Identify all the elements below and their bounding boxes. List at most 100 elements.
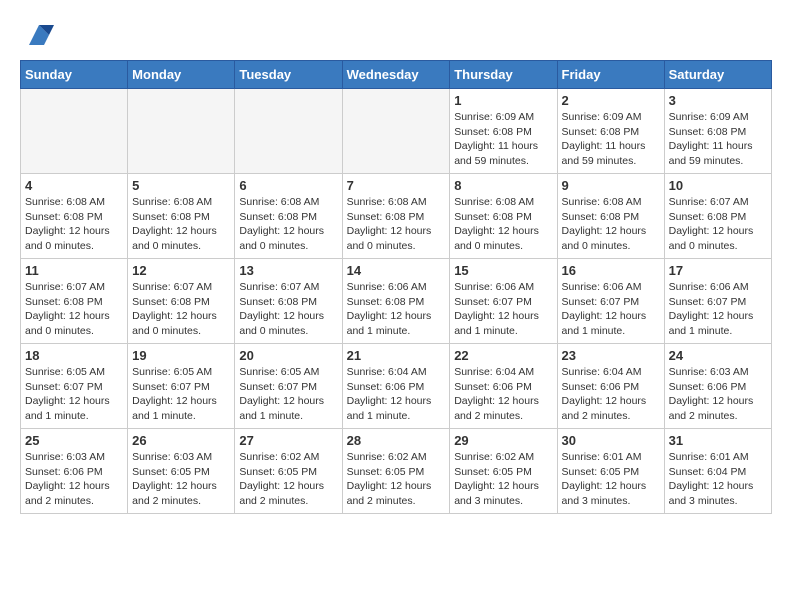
calendar-cell: 16 Sunrise: 6:06 AM Sunset: 6:07 PM Dayli… <box>557 259 664 344</box>
day-info: Sunrise: 6:09 AM Sunset: 6:08 PM Dayligh… <box>454 110 552 169</box>
calendar-cell: 24Sunrise: 6:03 AM Sunset: 6:06 PM Dayli… <box>664 344 771 429</box>
day-info: Sunrise: 6:08 AM Sunset: 6:08 PM Dayligh… <box>562 195 660 254</box>
calendar-cell: 14Sunrise: 6:06 AM Sunset: 6:08 PM Dayli… <box>342 259 450 344</box>
calendar-cell: 23Sunrise: 6:04 AM Sunset: 6:06 PM Dayli… <box>557 344 664 429</box>
day-number: 26 <box>132 433 230 448</box>
calendar-cell: 12 Sunrise: 6:07 AM Sunset: 6:08 PM Dayli… <box>128 259 235 344</box>
day-info: Sunrise: 6:02 AM Sunset: 6:05 PM Dayligh… <box>239 450 337 509</box>
day-info: Sunrise: 6:05 AM Sunset: 6:07 PM Dayligh… <box>132 365 230 424</box>
day-number: 30 <box>562 433 660 448</box>
weekday-header-thursday: Thursday <box>450 61 557 89</box>
calendar-cell: 4Sunrise: 6:08 AM Sunset: 6:08 PM Daylig… <box>21 174 128 259</box>
calendar-cell: 2 Sunrise: 6:09 AM Sunset: 6:08 PM Daylig… <box>557 89 664 174</box>
day-number: 25 <box>25 433 123 448</box>
day-info: Sunrise: 6:03 AM Sunset: 6:06 PM Dayligh… <box>669 365 767 424</box>
day-info: Sunrise: 6:08 AM Sunset: 6:08 PM Dayligh… <box>239 195 337 254</box>
calendar-cell: 5 Sunrise: 6:08 AM Sunset: 6:08 PM Daylig… <box>128 174 235 259</box>
calendar-cell: 19Sunrise: 6:05 AM Sunset: 6:07 PM Dayli… <box>128 344 235 429</box>
weekday-header-sunday: Sunday <box>21 61 128 89</box>
calendar-cell: 18 Sunrise: 6:05 AM Sunset: 6:07 PM Dayli… <box>21 344 128 429</box>
weekday-header-monday: Monday <box>128 61 235 89</box>
day-number: 4 <box>25 178 123 193</box>
calendar-cell: 11 Sunrise: 6:07 AM Sunset: 6:08 PM Dayli… <box>21 259 128 344</box>
day-info: Sunrise: 6:07 AM Sunset: 6:08 PM Dayligh… <box>25 280 123 339</box>
day-info: Sunrise: 6:06 AM Sunset: 6:07 PM Dayligh… <box>454 280 552 339</box>
day-info: Sunrise: 6:09 AM Sunset: 6:08 PM Dayligh… <box>669 110 767 169</box>
day-number: 31 <box>669 433 767 448</box>
calendar-cell: 15 Sunrise: 6:06 AM Sunset: 6:07 PM Dayli… <box>450 259 557 344</box>
day-info: Sunrise: 6:03 AM Sunset: 6:06 PM Dayligh… <box>25 450 123 509</box>
day-number: 22 <box>454 348 552 363</box>
day-info: Sunrise: 6:05 AM Sunset: 6:07 PM Dayligh… <box>239 365 337 424</box>
weekday-header-saturday: Saturday <box>664 61 771 89</box>
calendar-cell: 27 Sunrise: 6:02 AM Sunset: 6:05 PM Dayli… <box>235 429 342 514</box>
day-info: Sunrise: 6:04 AM Sunset: 6:06 PM Dayligh… <box>562 365 660 424</box>
day-number: 11 <box>25 263 123 278</box>
calendar-cell: 25 Sunrise: 6:03 AM Sunset: 6:06 PM Dayli… <box>21 429 128 514</box>
calendar-header-row: SundayMondayTuesdayWednesdayThursdayFrid… <box>21 61 772 89</box>
day-number: 7 <box>347 178 446 193</box>
day-number: 5 <box>132 178 230 193</box>
logo <box>20 20 54 50</box>
day-info: Sunrise: 6:03 AM Sunset: 6:05 PM Dayligh… <box>132 450 230 509</box>
calendar-cell: 26 Sunrise: 6:03 AM Sunset: 6:05 PM Dayli… <box>128 429 235 514</box>
week-row-1: 1 Sunrise: 6:09 AM Sunset: 6:08 PM Daylig… <box>21 89 772 174</box>
day-info: Sunrise: 6:07 AM Sunset: 6:08 PM Dayligh… <box>239 280 337 339</box>
logo-icon <box>24 20 54 50</box>
day-number: 10 <box>669 178 767 193</box>
calendar-cell: 8Sunrise: 6:08 AM Sunset: 6:08 PM Daylig… <box>450 174 557 259</box>
calendar-cell: 28 Sunrise: 6:02 AM Sunset: 6:05 PM Dayli… <box>342 429 450 514</box>
week-row-5: 25 Sunrise: 6:03 AM Sunset: 6:06 PM Dayli… <box>21 429 772 514</box>
calendar-cell <box>235 89 342 174</box>
calendar-cell: 1 Sunrise: 6:09 AM Sunset: 6:08 PM Daylig… <box>450 89 557 174</box>
day-info: Sunrise: 6:08 AM Sunset: 6:08 PM Dayligh… <box>347 195 446 254</box>
weekday-header-wednesday: Wednesday <box>342 61 450 89</box>
day-number: 15 <box>454 263 552 278</box>
calendar-cell: 30 Sunrise: 6:01 AM Sunset: 6:05 PM Dayli… <box>557 429 664 514</box>
day-number: 16 <box>562 263 660 278</box>
calendar-cell: 29 Sunrise: 6:02 AM Sunset: 6:05 PM Dayli… <box>450 429 557 514</box>
day-number: 6 <box>239 178 337 193</box>
day-number: 21 <box>347 348 446 363</box>
day-info: Sunrise: 6:06 AM Sunset: 6:07 PM Dayligh… <box>562 280 660 339</box>
calendar-cell: 7 Sunrise: 6:08 AM Sunset: 6:08 PM Daylig… <box>342 174 450 259</box>
day-info: Sunrise: 6:05 AM Sunset: 6:07 PM Dayligh… <box>25 365 123 424</box>
day-info: Sunrise: 6:08 AM Sunset: 6:08 PM Dayligh… <box>454 195 552 254</box>
day-info: Sunrise: 6:06 AM Sunset: 6:08 PM Dayligh… <box>347 280 446 339</box>
calendar-table: SundayMondayTuesdayWednesdayThursdayFrid… <box>20 60 772 514</box>
day-info: Sunrise: 6:06 AM Sunset: 6:07 PM Dayligh… <box>669 280 767 339</box>
calendar-cell <box>21 89 128 174</box>
day-info: Sunrise: 6:07 AM Sunset: 6:08 PM Dayligh… <box>132 280 230 339</box>
calendar-cell: 20Sunrise: 6:05 AM Sunset: 6:07 PM Dayli… <box>235 344 342 429</box>
day-number: 1 <box>454 93 552 108</box>
day-info: Sunrise: 6:04 AM Sunset: 6:06 PM Dayligh… <box>454 365 552 424</box>
day-number: 3 <box>669 93 767 108</box>
calendar-cell: 10Sunrise: 6:07 AM Sunset: 6:08 PM Dayli… <box>664 174 771 259</box>
calendar-cell: 6 Sunrise: 6:08 AM Sunset: 6:08 PM Daylig… <box>235 174 342 259</box>
day-number: 17 <box>669 263 767 278</box>
day-info: Sunrise: 6:02 AM Sunset: 6:05 PM Dayligh… <box>347 450 446 509</box>
day-number: 18 <box>25 348 123 363</box>
day-number: 12 <box>132 263 230 278</box>
day-number: 2 <box>562 93 660 108</box>
calendar-cell: 31Sunrise: 6:01 AM Sunset: 6:04 PM Dayli… <box>664 429 771 514</box>
day-number: 13 <box>239 263 337 278</box>
day-info: Sunrise: 6:08 AM Sunset: 6:08 PM Dayligh… <box>132 195 230 254</box>
week-row-3: 11 Sunrise: 6:07 AM Sunset: 6:08 PM Dayli… <box>21 259 772 344</box>
page-header <box>20 20 772 50</box>
day-info: Sunrise: 6:01 AM Sunset: 6:05 PM Dayligh… <box>562 450 660 509</box>
week-row-4: 18 Sunrise: 6:05 AM Sunset: 6:07 PM Dayli… <box>21 344 772 429</box>
calendar-cell: 13 Sunrise: 6:07 AM Sunset: 6:08 PM Dayli… <box>235 259 342 344</box>
calendar-cell <box>128 89 235 174</box>
day-number: 28 <box>347 433 446 448</box>
calendar-cell: 22 Sunrise: 6:04 AM Sunset: 6:06 PM Dayli… <box>450 344 557 429</box>
day-number: 27 <box>239 433 337 448</box>
day-number: 29 <box>454 433 552 448</box>
day-info: Sunrise: 6:02 AM Sunset: 6:05 PM Dayligh… <box>454 450 552 509</box>
calendar-cell: 3 Sunrise: 6:09 AM Sunset: 6:08 PM Daylig… <box>664 89 771 174</box>
day-info: Sunrise: 6:09 AM Sunset: 6:08 PM Dayligh… <box>562 110 660 169</box>
calendar-cell: 9 Sunrise: 6:08 AM Sunset: 6:08 PM Daylig… <box>557 174 664 259</box>
day-number: 9 <box>562 178 660 193</box>
weekday-header-tuesday: Tuesday <box>235 61 342 89</box>
week-row-2: 4 Sunrise: 6:08 AM Sunset: 6:08 PM Daylig… <box>21 174 772 259</box>
